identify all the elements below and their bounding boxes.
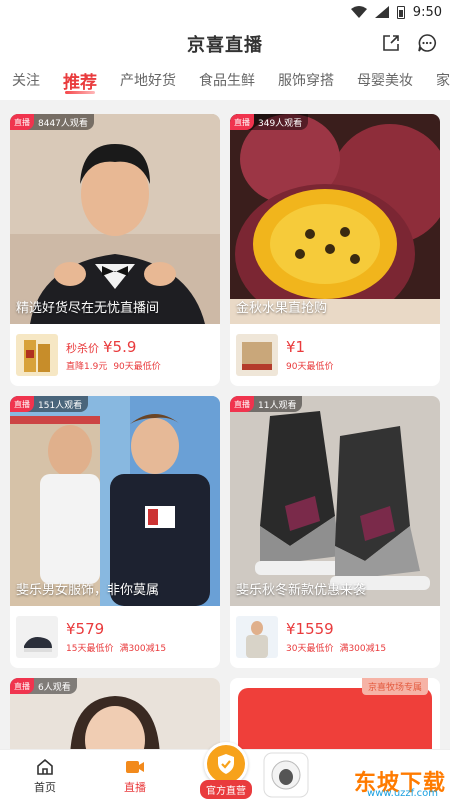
category-tabs: 关注 推荐 产地好货 食品生鲜 服饰穿搭 母婴美妆 家居日用	[0, 64, 450, 100]
host-portrait-image	[10, 114, 220, 324]
viewer-count: 151人观看	[38, 400, 83, 411]
tab-recommend[interactable]: 推荐	[61, 64, 105, 100]
live-cover: 直播 8447人观看 精选好货尽在无忧直播间	[10, 114, 220, 324]
discount-tag: 直降1.9元	[66, 362, 108, 372]
tab-baby-beauty[interactable]: 母婴美妆	[355, 64, 421, 100]
live-title: 斐乐秋冬新款优惠来袭	[236, 583, 367, 598]
tab-home-goods[interactable]: 家居日用	[434, 64, 450, 100]
product-thumbnail	[236, 616, 278, 658]
home-icon	[37, 758, 53, 775]
live-badge: 直播	[10, 396, 34, 412]
viewer-count: 11人观看	[258, 400, 297, 411]
live-title: 斐乐男女服饰，非你莫属	[16, 583, 160, 598]
message-icon[interactable]	[416, 32, 438, 54]
lowest-price-tag: 30天最低价	[286, 644, 334, 654]
wifi-icon	[350, 6, 367, 18]
live-title: 金秋水果直抢购	[236, 301, 328, 316]
live-card[interactable]: 直播 151人观看 斐乐男女服饰，非你莫属 ¥579 15天最低价 满300减1…	[10, 396, 220, 668]
live-title: 精选好货尽在无忧直播间	[16, 301, 160, 316]
product-price: ¥1	[286, 338, 306, 356]
status-bar: 9:50	[0, 0, 450, 24]
product-row[interactable]: 秒杀价 ¥5.9 直降1.9元 90天最低价	[10, 324, 220, 386]
nav-home[interactable]: 首页	[0, 757, 90, 795]
live-badge: 直播	[230, 396, 254, 412]
live-badge: 直播	[230, 114, 254, 130]
live-badge: 直播	[10, 678, 34, 694]
product-row[interactable]: ¥1559 30天最低价 满300减15	[230, 606, 440, 668]
product-price: ¥1559	[286, 620, 334, 638]
product-thumbnail	[16, 334, 58, 376]
nav-live[interactable]: 直播	[90, 757, 180, 795]
passion-fruit-image	[230, 114, 440, 324]
bottom-nav: 首页 直播 官方直营 东坡下载 www.uzzf.com	[0, 742, 450, 801]
product-row[interactable]: ¥579 15天最低价 满300减15	[10, 606, 220, 668]
product-row[interactable]: ¥1 90天最低价	[230, 324, 440, 386]
header: 京喜直播	[0, 24, 450, 64]
coupon-tag: 满300减15	[339, 644, 387, 654]
viewer-count-badge: 直播 8447人观看	[10, 114, 94, 130]
tab-apparel[interactable]: 服饰穿搭	[276, 64, 342, 100]
promo-label: 京喜牧场专属	[361, 678, 428, 695]
viewer-count-badge: 直播 11人观看	[230, 396, 303, 412]
live-card[interactable]: 直播 8447人观看 精选好货尽在无忧直播间 秒杀价 ¥5.9 直降1.9元 9	[10, 114, 220, 386]
lowest-price-tag: 15天最低价	[66, 644, 114, 654]
price-label: 秒杀价	[66, 342, 99, 355]
tab-fresh-food[interactable]: 食品生鲜	[197, 64, 263, 100]
viewer-count: 6人观看	[38, 682, 71, 693]
live-card[interactable]: 直播 11人观看 斐乐秋冬新款优惠来袭 ¥1559 30天最低价 满300减15	[230, 396, 440, 668]
watermark-url: www.uzzf.com	[367, 788, 438, 799]
product-price: ¥5.9	[103, 338, 137, 356]
tab-follow[interactable]: 关注	[10, 64, 48, 100]
live-cover: 直播 349人观看 金秋水果直抢购	[230, 114, 440, 324]
signal-icon	[374, 6, 389, 18]
page-title: 京喜直播	[187, 35, 263, 56]
app-root: 9:50 京喜直播 关注 推荐 产地好货 食品生鲜 服饰穿搭 母婴美妆 家居日用	[0, 0, 450, 801]
nav-official[interactable]: 官方直营	[194, 742, 258, 799]
tab-origin-goods[interactable]: 产地好货	[118, 64, 184, 100]
official-label: 官方直营	[200, 780, 252, 799]
viewer-count: 349人观看	[258, 118, 303, 129]
live-cover: 直播 151人观看 斐乐男女服饰，非你莫属	[10, 396, 220, 606]
live-cover: 直播 11人观看 斐乐秋冬新款优惠来袭	[230, 396, 440, 606]
product-price: ¥579	[66, 620, 105, 638]
video-camera-icon	[126, 760, 144, 773]
share-icon[interactable]	[380, 32, 402, 54]
lowest-price-tag: 90天最低价	[286, 362, 334, 372]
battery-icon	[396, 5, 405, 19]
apparel-models-image	[10, 396, 220, 606]
clock: 9:50	[412, 4, 442, 20]
live-badge: 直播	[10, 114, 34, 130]
nav-home-label: 首页	[34, 780, 56, 794]
sneakers-image	[230, 396, 440, 606]
product-thumbnail	[236, 334, 278, 376]
shield-check-icon	[218, 754, 234, 774]
lowest-price-tag: 90天最低价	[113, 362, 161, 372]
viewer-count-badge: 直播 349人观看	[230, 114, 309, 130]
sheep-mascot-icon[interactable]	[262, 751, 310, 799]
viewer-count: 8447人观看	[38, 118, 88, 129]
header-actions	[380, 32, 438, 54]
nav-live-label: 直播	[124, 780, 146, 794]
live-grid: 直播 8447人观看 精选好货尽在无忧直播间 秒杀价 ¥5.9 直降1.9元 9	[10, 114, 440, 768]
viewer-count-badge: 直播 6人观看	[10, 678, 77, 694]
coupon-tag: 满300减15	[119, 644, 167, 654]
viewer-count-badge: 直播 151人观看	[10, 396, 89, 412]
product-thumbnail	[16, 616, 58, 658]
live-card[interactable]: 直播 349人观看 金秋水果直抢购 ¥1 90天最低价	[230, 114, 440, 386]
